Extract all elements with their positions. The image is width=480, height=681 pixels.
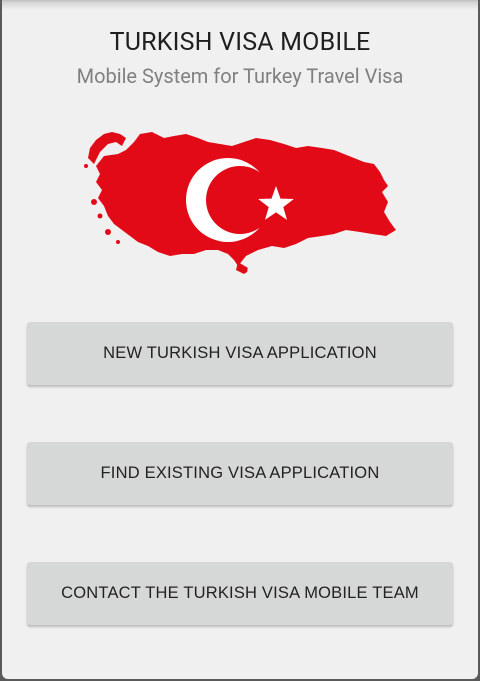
turkey-flag-map-icon [84, 132, 396, 274]
status-bar-shadow [2, 0, 478, 10]
app-title: TURKISH VISA MOBILE [109, 28, 371, 57]
app-subtitle: Mobile System for Turkey Travel Visa [76, 64, 404, 88]
contact-team-button[interactable]: CONTACT THE TURKISH VISA MOBILE TEAM [27, 562, 453, 625]
find-visa-application-button[interactable]: FIND EXISTING VISA APPLICATION [27, 442, 453, 505]
new-visa-application-button[interactable]: NEW TURKISH VISA APPLICATION [27, 322, 453, 385]
app-screen: TURKISH VISA MOBILE Mobile System for Tu… [2, 0, 478, 679]
